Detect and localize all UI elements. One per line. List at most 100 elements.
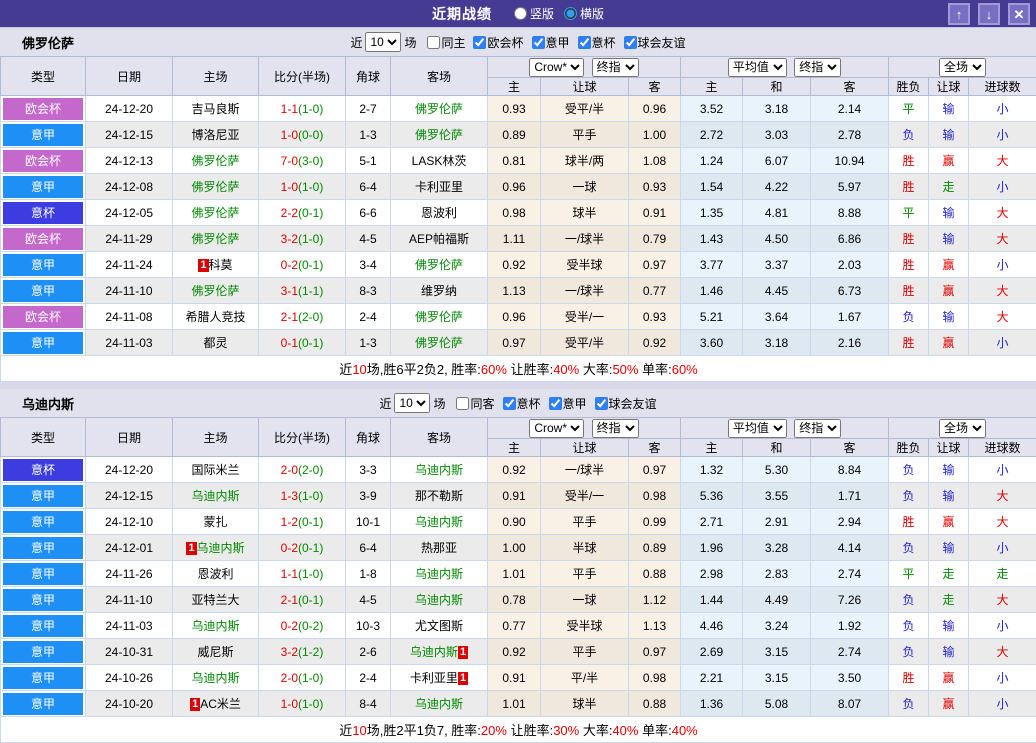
red-card-badge: 1 bbox=[190, 698, 200, 711]
score-cell[interactable]: 1-1(1-0) bbox=[259, 561, 346, 587]
away-team-cell: 佛罗伦萨 bbox=[391, 122, 488, 148]
matches-table: 类型 日期 主场 比分(半场) 角球 客场 Crow* 终指 平均值 终指 bbox=[0, 417, 1036, 743]
score-cell[interactable]: 2-1(0-1) bbox=[259, 587, 346, 613]
result-goals-cell: 小 bbox=[969, 613, 1036, 639]
match-row: 意甲 24-11-24 1科莫 0-2(0-1) 3-4 佛罗伦萨 0.92 受… bbox=[1, 252, 1036, 278]
move-down-button[interactable]: ↓ bbox=[978, 3, 1000, 25]
odds-company-select[interactable]: Crow* bbox=[529, 58, 584, 77]
score-cell[interactable]: 2-1(2-0) bbox=[259, 304, 346, 330]
score-cell[interactable]: 1-0(0-0) bbox=[259, 122, 346, 148]
move-up-button[interactable]: ↑ bbox=[948, 3, 970, 25]
score-cell[interactable]: 0-2(0-2) bbox=[259, 613, 346, 639]
odds-stage-select[interactable]: 终指 bbox=[592, 58, 639, 77]
home-team-name: 佛罗伦萨 bbox=[191, 284, 239, 298]
scope-select[interactable]: 全场 bbox=[939, 419, 986, 438]
odds-away-cell: 0.89 bbox=[629, 535, 681, 561]
filter-checkbox[interactable] bbox=[503, 397, 516, 410]
date-cell: 24-11-24 bbox=[86, 252, 173, 278]
filter-checkbox-option[interactable]: 意杯 bbox=[495, 395, 541, 412]
score-cell[interactable]: 3-2(1-0) bbox=[259, 226, 346, 252]
match-row: 欧会杯 24-11-08 希腊人竞技 2-1(2-0) 2-4 佛罗伦萨 0.9… bbox=[1, 304, 1036, 330]
score-cell[interactable]: 7-0(3-0) bbox=[259, 148, 346, 174]
filter-checkbox-option[interactable]: 球会友谊 bbox=[616, 34, 686, 51]
average-stage-select[interactable]: 终指 bbox=[794, 58, 841, 77]
subcol-cover: 让球 bbox=[929, 439, 969, 457]
result-handicap-cell: 走 bbox=[929, 587, 969, 613]
score-cell[interactable]: 0-2(0-1) bbox=[259, 252, 346, 278]
filter-checkbox-option[interactable]: 意杯 bbox=[570, 34, 616, 51]
score-cell[interactable]: 3-2(1-2) bbox=[259, 639, 346, 665]
score-cell[interactable]: 1-0(1-0) bbox=[259, 691, 346, 717]
filter-checkbox-label: 意杯 bbox=[517, 395, 541, 412]
league-cell: 意甲 bbox=[1, 174, 86, 200]
match-count-select[interactable]: 10 bbox=[394, 393, 430, 413]
avg-away-cell: 1.92 bbox=[811, 613, 889, 639]
fulltime-score: 1-1 bbox=[281, 567, 298, 581]
score-cell[interactable]: 0-1(0-1) bbox=[259, 330, 346, 356]
odds-home-cell: 1.01 bbox=[488, 691, 541, 717]
col-header-date: 日期 bbox=[86, 57, 173, 96]
average-stage-select[interactable]: 终指 bbox=[794, 419, 841, 438]
view-option-horizontal[interactable]: 横版 bbox=[564, 5, 604, 22]
score-cell[interactable]: 1-0(1-0) bbox=[259, 174, 346, 200]
summary-value: 40% bbox=[612, 723, 638, 738]
filter-checkbox-option[interactable]: 欧会杯 bbox=[465, 34, 523, 51]
odds-away-cell: 0.79 bbox=[629, 226, 681, 252]
close-button[interactable]: ✕ bbox=[1008, 3, 1030, 25]
score-cell[interactable]: 1-3(1-0) bbox=[259, 483, 346, 509]
filter-checkbox[interactable] bbox=[456, 397, 469, 410]
filter-checkbox[interactable] bbox=[473, 36, 486, 49]
summary-value: 10 bbox=[352, 723, 366, 738]
filter-checkbox[interactable] bbox=[427, 36, 440, 49]
date-cell: 24-12-20 bbox=[86, 96, 173, 122]
fulltime-score: 0-2 bbox=[281, 541, 298, 555]
odds-company-select[interactable]: Crow* bbox=[529, 419, 584, 438]
away-team-cell: 维罗纳 bbox=[391, 278, 488, 304]
filter-checkbox[interactable] bbox=[532, 36, 545, 49]
filter-checkbox[interactable] bbox=[624, 36, 637, 49]
result-goals-cell: 大 bbox=[969, 148, 1036, 174]
result-handicap-cell: 赢 bbox=[929, 691, 969, 717]
away-team-cell: 热那亚 bbox=[391, 535, 488, 561]
result-handicap-cell: 走 bbox=[929, 174, 969, 200]
result-wdl-cell: 胜 bbox=[889, 148, 929, 174]
summary-row: 近10场,胜2平1负7, 胜率:20% 让胜率:30% 大率:40% 单率:40… bbox=[1, 717, 1036, 743]
away-team-name: 佛罗伦萨 bbox=[415, 258, 463, 272]
vertical-view-radio[interactable] bbox=[514, 7, 527, 20]
odds-stage-select[interactable]: 终指 bbox=[592, 419, 639, 438]
filter-checkbox-option[interactable]: 意甲 bbox=[524, 34, 570, 51]
score-cell[interactable]: 2-2(0-1) bbox=[259, 200, 346, 226]
odds-away-cell: 0.97 bbox=[629, 457, 681, 483]
filter-checkbox-option[interactable]: 同主 bbox=[419, 34, 465, 51]
subcol-odds-home: 主 bbox=[488, 439, 541, 457]
average-source-select[interactable]: 平均值 bbox=[728, 58, 787, 77]
odds-home-cell: 0.77 bbox=[488, 613, 541, 639]
match-count-select[interactable]: 10 bbox=[365, 32, 401, 52]
score-cell[interactable]: 2-0(2-0) bbox=[259, 457, 346, 483]
fulltime-score: 2-1 bbox=[281, 593, 298, 607]
fulltime-score: 1-0 bbox=[281, 697, 298, 711]
summary-label: 近 bbox=[339, 723, 352, 738]
fulltime-score: 0-2 bbox=[281, 258, 298, 272]
filter-checkbox[interactable] bbox=[578, 36, 591, 49]
odds-home-cell: 0.81 bbox=[488, 148, 541, 174]
match-row: 意甲 24-10-26 乌迪内斯 2-0(1-0) 2-4 卡利亚里1 0.91… bbox=[1, 665, 1036, 691]
red-card-badge: 1 bbox=[458, 672, 468, 685]
score-cell[interactable]: 3-1(1-1) bbox=[259, 278, 346, 304]
filter-checkbox-option[interactable]: 同客 bbox=[448, 395, 494, 412]
score-cell[interactable]: 1-2(0-1) bbox=[259, 509, 346, 535]
score-cell[interactable]: 1-1(1-0) bbox=[259, 96, 346, 122]
filter-checkbox-option[interactable]: 球会友谊 bbox=[587, 395, 657, 412]
horizontal-view-radio[interactable] bbox=[564, 7, 577, 20]
filter-checkbox[interactable] bbox=[595, 397, 608, 410]
view-option-vertical[interactable]: 竖版 bbox=[514, 5, 554, 22]
avg-draw-cell: 2.83 bbox=[743, 561, 811, 587]
score-cell[interactable]: 0-2(0-1) bbox=[259, 535, 346, 561]
score-cell[interactable]: 2-0(1-0) bbox=[259, 665, 346, 691]
league-cell: 意甲 bbox=[1, 691, 86, 717]
filter-checkbox-option[interactable]: 意甲 bbox=[541, 395, 587, 412]
filter-checkbox[interactable] bbox=[549, 397, 562, 410]
scope-select[interactable]: 全场 bbox=[939, 58, 986, 77]
average-source-select[interactable]: 平均值 bbox=[728, 419, 787, 438]
halftime-score: (0-1) bbox=[298, 515, 323, 529]
